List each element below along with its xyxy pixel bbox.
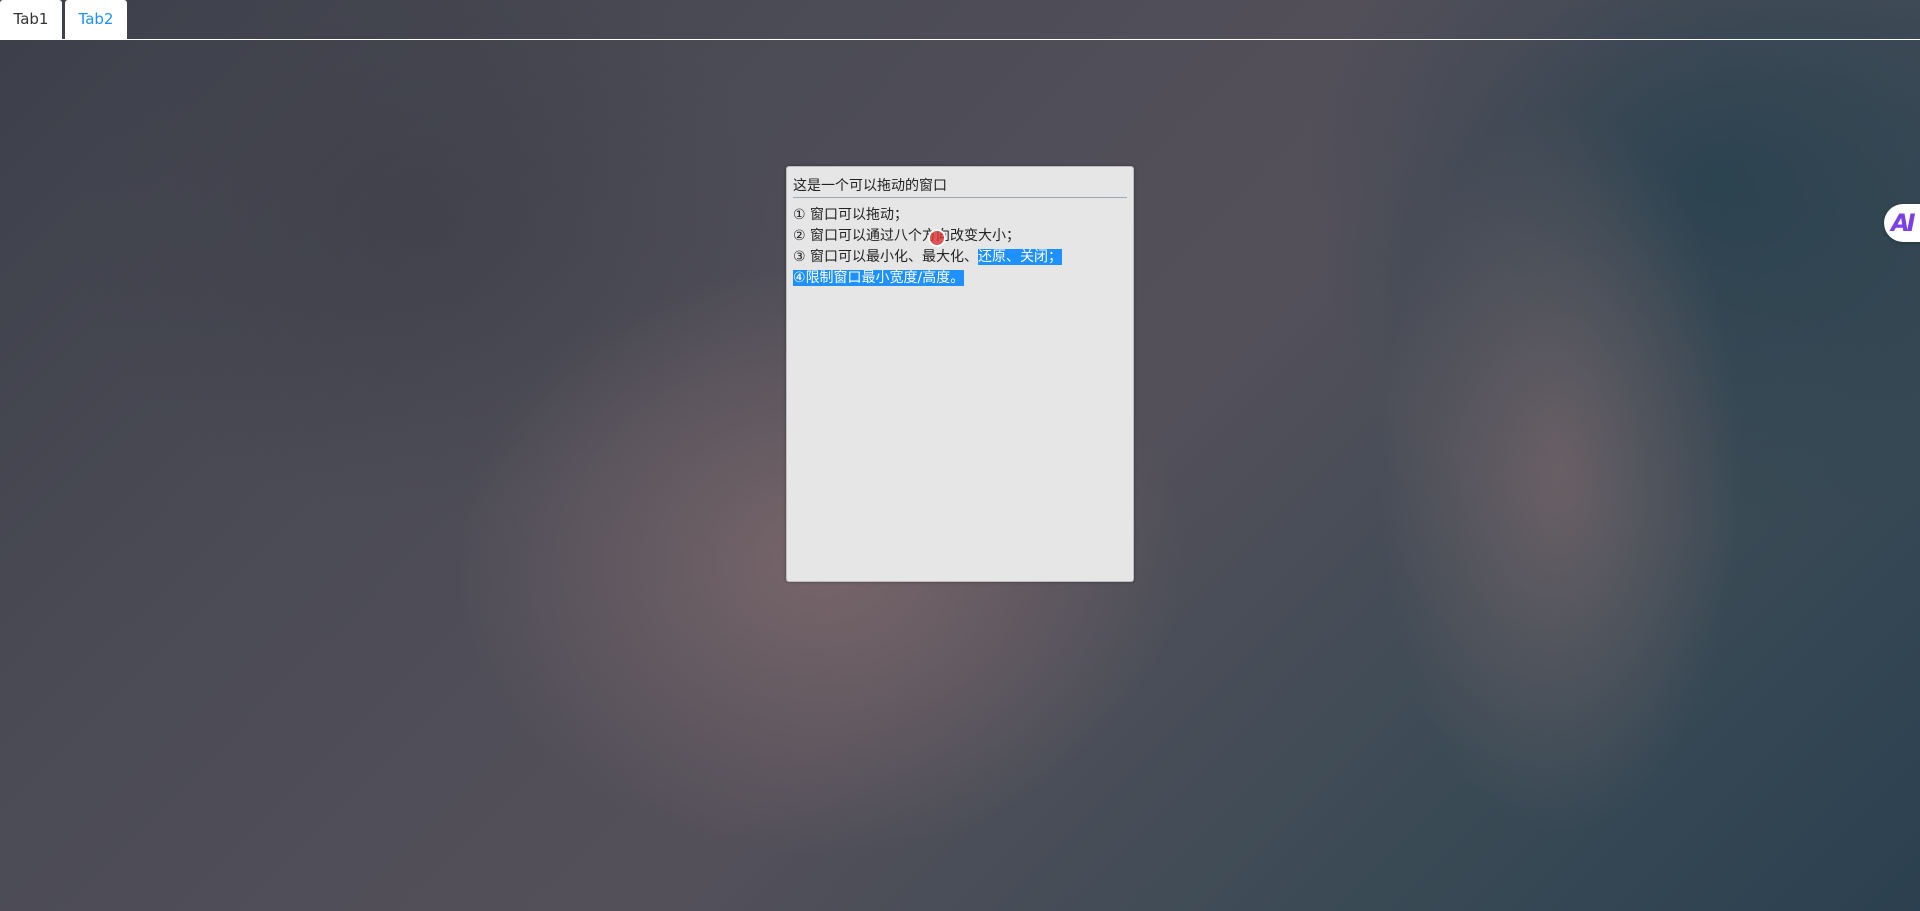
feature-text: 窗口可以最小化、最大化、 bbox=[810, 249, 979, 265]
feature-line-2: ② 窗口可以通过八个方向改变大小； bbox=[793, 226, 1129, 247]
ai-assistant-label: AI bbox=[1891, 209, 1915, 237]
feature-line-3: ③ 窗口可以最小化、最大化、还原、关闭； bbox=[793, 247, 1129, 268]
window-title[interactable]: 这是一个可以拖动的窗口 bbox=[793, 175, 947, 195]
window-title-divider bbox=[793, 197, 1127, 198]
feature-text: 窗口可以拖动； bbox=[810, 207, 909, 223]
tab-1[interactable]: Tab1 bbox=[0, 0, 62, 39]
selected-text: 还原、关闭； bbox=[978, 249, 1063, 265]
feature-number: ① bbox=[793, 207, 806, 223]
tab-bar: Tab1 Tab2 bbox=[0, 0, 1920, 40]
feature-line-1: ① 窗口可以拖动； bbox=[793, 205, 1129, 226]
window-content: ① 窗口可以拖动； ② 窗口可以通过八个方向改变大小； ③ 窗口可以最小化、最大… bbox=[793, 205, 1129, 289]
feature-number: ③ bbox=[793, 249, 806, 265]
selected-text: 限制窗口最小宽度/高度。 bbox=[805, 270, 965, 286]
cursor-marker-icon bbox=[928, 229, 946, 247]
feature-number: ④ bbox=[793, 270, 806, 286]
feature-line-4: ④限制窗口最小宽度/高度。 bbox=[793, 268, 1129, 289]
feature-text: 窗口可以通过八个方向改变大小； bbox=[810, 228, 1021, 244]
tab-2[interactable]: Tab2 bbox=[65, 0, 127, 39]
page-background: Tab1 Tab2 AI 这是一个可以拖动的窗口 ① 窗口可以拖动； ② 窗口可… bbox=[0, 0, 1920, 911]
feature-number: ② bbox=[793, 228, 806, 244]
ai-assistant-icon[interactable]: AI bbox=[1884, 204, 1920, 242]
draggable-window[interactable]: 这是一个可以拖动的窗口 ① 窗口可以拖动； ② 窗口可以通过八个方向改变大小； … bbox=[786, 166, 1134, 582]
